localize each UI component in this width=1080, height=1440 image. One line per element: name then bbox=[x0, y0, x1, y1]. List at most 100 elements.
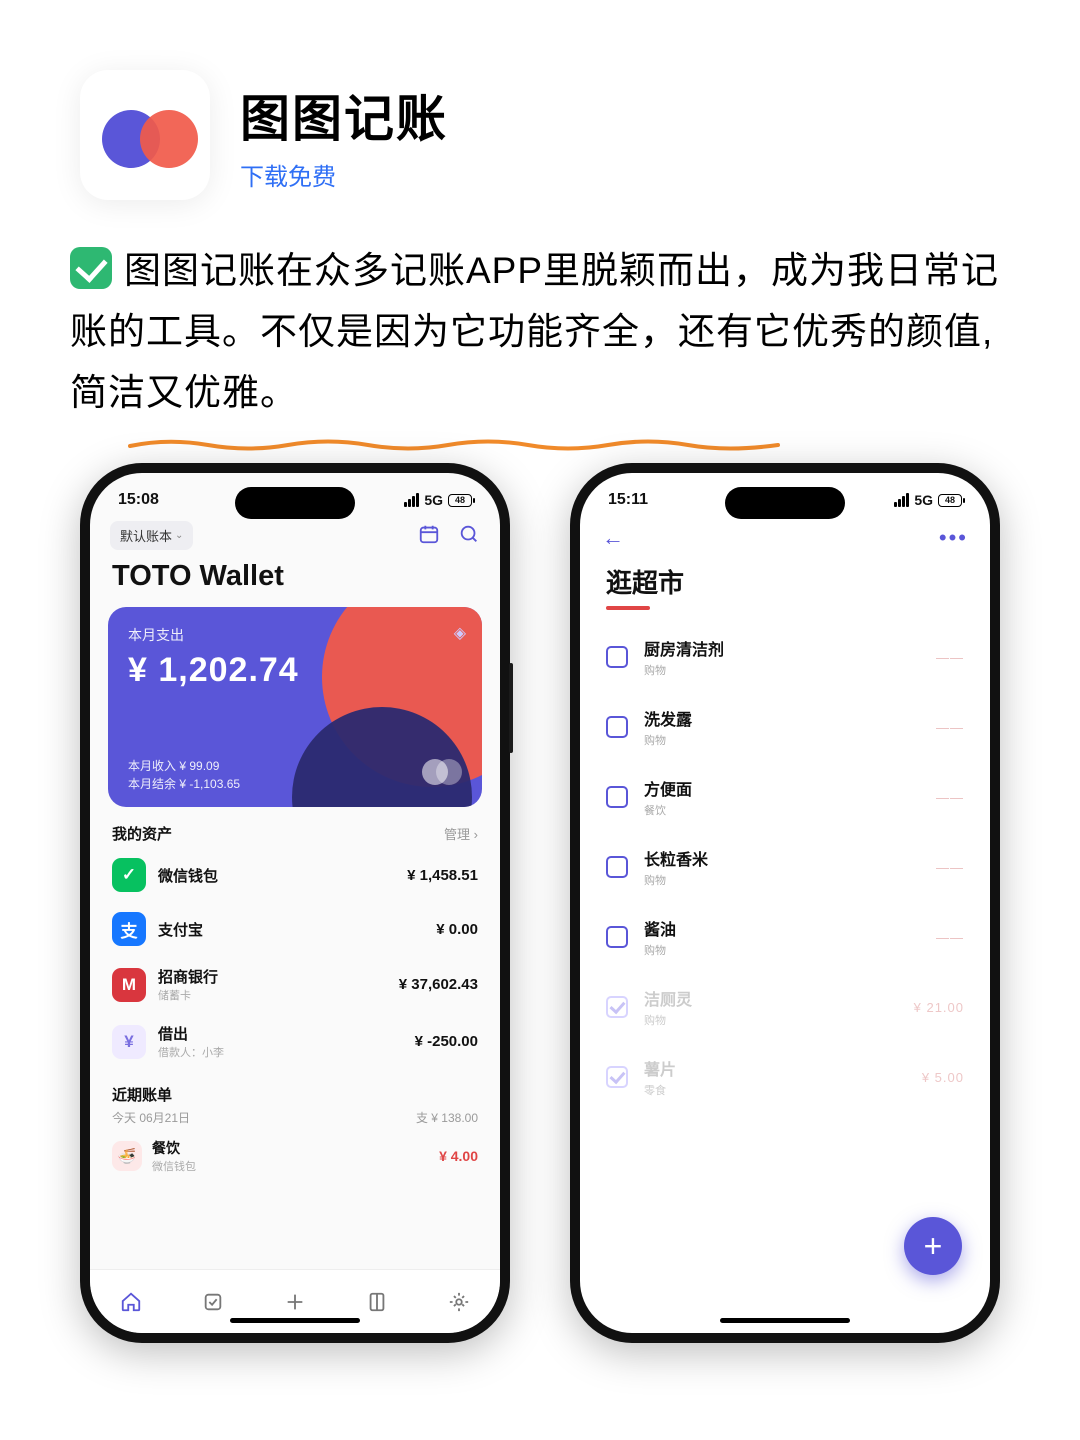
item-name: 酱油 bbox=[644, 916, 920, 940]
asset-name: 支付宝 bbox=[158, 919, 203, 940]
list-item[interactable]: 洁厕灵购物 ¥ 21.00 bbox=[580, 972, 990, 1042]
notch bbox=[725, 487, 845, 519]
ledger-selector[interactable]: 默认账本 ⌄ bbox=[110, 521, 193, 550]
app-name: 图图记账 bbox=[240, 79, 448, 151]
battery-icon: 48 bbox=[938, 494, 962, 507]
bill-icon: 🍜 bbox=[112, 1141, 142, 1171]
asset-row[interactable]: 支 支付宝 ¥ 0.00 bbox=[90, 902, 500, 956]
asset-icon: 支 bbox=[112, 912, 146, 946]
checkbox[interactable] bbox=[606, 716, 628, 738]
asset-name: 招商银行 bbox=[158, 966, 218, 987]
item-name: 长粒香米 bbox=[644, 846, 920, 870]
tab-bar bbox=[90, 1269, 500, 1333]
asset-sub: 借款人：小李 bbox=[158, 1044, 224, 1060]
asset-value: ¥ -250.00 bbox=[415, 1033, 478, 1050]
income-line: 本月收入 ¥ 99.09 bbox=[128, 757, 240, 775]
item-name: 方便面 bbox=[644, 776, 920, 800]
item-price: ¥ 5.00 bbox=[922, 1070, 964, 1085]
item-name: 洁厕灵 bbox=[644, 986, 898, 1010]
home-indicator bbox=[720, 1318, 850, 1323]
summary-card[interactable]: ◈ 本月支出 ¥ 1,202.74 本月收入 ¥ 99.09 本月结余 ¥ -1… bbox=[108, 607, 482, 807]
item-name: 洗发露 bbox=[644, 706, 920, 730]
underline-decoration bbox=[128, 409, 788, 425]
manage-link[interactable]: 管理 › bbox=[444, 824, 478, 843]
item-category: 餐饮 bbox=[644, 802, 920, 818]
ledger-label: 默认账本 bbox=[120, 526, 172, 545]
back-icon[interactable]: ← bbox=[602, 525, 624, 551]
mastercard-icon bbox=[422, 759, 462, 789]
bills-spend: 支 ¥ 138.00 bbox=[416, 1109, 478, 1126]
tab-checklist-icon[interactable] bbox=[199, 1288, 227, 1316]
tab-book-icon[interactable] bbox=[363, 1288, 391, 1316]
phone-mockup-wallet: 15:08 5G 48 默认账本 ⌄ TOTO Wallet bbox=[80, 463, 510, 1343]
battery-icon: 48 bbox=[448, 494, 472, 507]
asset-row[interactable]: ✓ 微信钱包 ¥ 1,458.51 bbox=[90, 848, 500, 902]
checkbox[interactable] bbox=[606, 1066, 628, 1088]
asset-value: ¥ 37,602.43 bbox=[399, 976, 478, 993]
asset-row[interactable]: ¥ 借出借款人：小李 ¥ -250.00 bbox=[90, 1013, 500, 1070]
list-item[interactable]: 洗发露购物 —— bbox=[580, 692, 990, 762]
item-price: —— bbox=[936, 720, 964, 735]
notch bbox=[235, 487, 355, 519]
checkbox[interactable] bbox=[606, 926, 628, 948]
add-fab[interactable]: + bbox=[904, 1217, 962, 1275]
item-price: —— bbox=[936, 790, 964, 805]
chevron-down-icon: ⌄ bbox=[175, 530, 183, 541]
asset-name: 借出 bbox=[158, 1023, 224, 1044]
blurb-text: 图图记账在众多记账APP里脱颖而出，成为我日常记账的工具。不仅是因为它功能齐全，… bbox=[70, 250, 999, 413]
asset-value: ¥ 1,458.51 bbox=[407, 867, 478, 884]
calendar-icon[interactable] bbox=[418, 523, 440, 549]
asset-row[interactable]: M 招商银行储蓄卡 ¥ 37,602.43 bbox=[90, 956, 500, 1013]
item-name: 薯片 bbox=[644, 1056, 906, 1080]
item-price: —— bbox=[936, 860, 964, 875]
list-item[interactable]: 酱油购物 —— bbox=[580, 902, 990, 972]
asset-name: 微信钱包 bbox=[158, 865, 218, 886]
network-label: 5G bbox=[424, 492, 443, 508]
status-time: 15:08 bbox=[118, 491, 159, 509]
search-icon[interactable] bbox=[458, 523, 480, 549]
balance-line: 本月结余 ¥ -1,103.65 bbox=[128, 775, 240, 793]
bills-date: 今天 06月21日 bbox=[112, 1109, 190, 1126]
item-price: —— bbox=[936, 650, 964, 665]
signal-icon bbox=[404, 493, 419, 507]
promo-header: 图图记账 下载免费 bbox=[0, 0, 1080, 230]
download-link[interactable]: 下载免费 bbox=[240, 157, 448, 192]
item-category: 购物 bbox=[644, 662, 920, 678]
asset-icon: M bbox=[112, 968, 146, 1002]
phone-mockup-list: 15:11 5G 48 ← ••• 逛超市 厨房清洁剂购物 —— 洗发露购物 —… bbox=[570, 463, 1000, 1343]
item-name: 厨房清洁剂 bbox=[644, 636, 920, 660]
item-category: 购物 bbox=[644, 732, 920, 748]
more-icon[interactable]: ••• bbox=[939, 525, 968, 551]
blurb: 图图记账在众多记账APP里脱颖而出，成为我日常记账的工具。不仅是因为它功能齐全，… bbox=[0, 230, 1080, 453]
asset-sub: 储蓄卡 bbox=[158, 987, 218, 1003]
bill-sub: 微信钱包 bbox=[152, 1158, 196, 1174]
item-price: ¥ 21.00 bbox=[914, 1000, 964, 1015]
checkbox[interactable] bbox=[606, 996, 628, 1018]
checkbox[interactable] bbox=[606, 646, 628, 668]
list-item[interactable]: 薯片零食 ¥ 5.00 bbox=[580, 1042, 990, 1112]
tab-add-icon[interactable] bbox=[281, 1288, 309, 1316]
asset-icon: ✓ bbox=[112, 858, 146, 892]
checkbox[interactable] bbox=[606, 786, 628, 808]
assets-title: 我的资产 bbox=[112, 823, 172, 844]
spend-label: 本月支出 bbox=[128, 625, 462, 645]
list-item[interactable]: 长粒香米购物 —— bbox=[580, 832, 990, 902]
item-price: —— bbox=[936, 930, 964, 945]
wallet-title: TOTO Wallet bbox=[90, 560, 500, 607]
tab-home-icon[interactable] bbox=[117, 1288, 145, 1316]
checkmark-icon bbox=[70, 247, 112, 289]
asset-icon: ¥ bbox=[112, 1025, 146, 1059]
list-title: 逛超市 bbox=[580, 561, 990, 604]
bill-row[interactable]: 🍜 餐饮微信钱包 ¥ 4.00 bbox=[90, 1132, 500, 1180]
signal-icon bbox=[894, 493, 909, 507]
network-label: 5G bbox=[914, 492, 933, 508]
app-icon bbox=[80, 70, 210, 200]
tab-settings-icon[interactable] bbox=[445, 1288, 473, 1316]
item-category: 购物 bbox=[644, 942, 920, 958]
list-item[interactable]: 方便面餐饮 —— bbox=[580, 762, 990, 832]
item-category: 零食 bbox=[644, 1082, 906, 1098]
asset-value: ¥ 0.00 bbox=[436, 921, 478, 938]
checkbox[interactable] bbox=[606, 856, 628, 878]
list-item[interactable]: 厨房清洁剂购物 —— bbox=[580, 622, 990, 692]
status-time: 15:11 bbox=[608, 491, 648, 509]
